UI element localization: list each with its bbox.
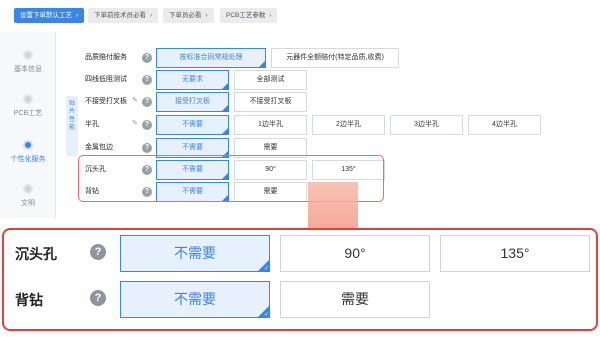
section-tag: 贴 片 性 能 (66, 96, 78, 156)
nav-label: 文明 (21, 200, 35, 207)
question-circle-icon[interactable]: ? (142, 97, 152, 107)
question-circle-icon[interactable]: ? (90, 290, 106, 306)
zoom-row-label: 沉头孔 (15, 246, 57, 262)
breadcrumb: 设置下单默认工艺 › 下单前技术员必看 › 下单员必看 › PCB工艺参数 › (0, 0, 600, 32)
nav-label: 基本信息 (14, 66, 42, 73)
question-circle-icon[interactable]: ? (142, 143, 152, 153)
form-row-four-wire-test: 四线低阻测试 ? 无要求 全部测试 (80, 70, 600, 90)
zoom-option-button[interactable]: 不需要 (120, 281, 270, 318)
crumb-label: 下单员必看 (169, 12, 202, 19)
crumb-label: PCB工艺参数 (226, 12, 266, 19)
row-label: 半孔 (85, 121, 99, 128)
option-button[interactable]: 不需要 (156, 115, 229, 135)
crumb-label: 下单前技术员必看 (94, 12, 146, 19)
question-circle-icon[interactable]: ? (90, 244, 106, 260)
nav-item-pcb-process[interactable]: PCB工艺 (0, 94, 56, 118)
option-button[interactable]: 2边半孔 (312, 115, 385, 135)
zoom-option-button[interactable]: 90° (280, 235, 430, 272)
form-row-x-out-board: 不接受打叉板 ✎ ? 接受打叉板 不接受打叉板 (80, 92, 600, 112)
option-button[interactable]: 4边半孔 (468, 115, 541, 135)
option-button[interactable]: 3边半孔 (390, 115, 463, 135)
zoom-row-label: 背钻 (15, 292, 43, 308)
chevron-right-icon: › (205, 13, 208, 19)
chevron-right-icon: › (269, 13, 272, 19)
side-nav: 基本信息 PCB工艺 个性化服务 文明 (0, 32, 56, 218)
crumb-tech-guide[interactable]: 下单前技术员必看 › (88, 8, 158, 23)
form-row-quality-compensation: 品质赔付服务 ? 按标准合同常规处理 元器件全额赔付(特定品质,收费) (80, 48, 600, 68)
row-label: 不接受打叉板 (85, 98, 127, 105)
step-dot-icon (23, 50, 33, 60)
tag-char: 贴 (68, 101, 75, 107)
step-dot-icon (23, 140, 33, 150)
tag-char: 片 (68, 109, 75, 115)
option-button[interactable]: 元器件全额赔付(特定品质,收费) (271, 48, 399, 68)
question-circle-icon[interactable]: ? (142, 53, 152, 63)
option-button[interactable]: 按标准合同常规处理 (156, 48, 266, 68)
chevron-right-icon: › (76, 13, 78, 19)
crumb-pcb-params[interactable]: PCB工艺参数 › (220, 8, 278, 23)
crumb-order-guide[interactable]: 下单员必看 › (163, 8, 214, 23)
down-arrow-icon (308, 182, 358, 230)
step-dot-icon (23, 184, 33, 194)
chevron-right-icon: › (150, 13, 152, 19)
option-button[interactable]: 接受打叉板 (156, 92, 229, 112)
pencil-icon[interactable]: ✎ (132, 96, 138, 104)
nav-item-personalized-service[interactable]: 个性化服务 (0, 140, 56, 164)
option-button[interactable]: 无要求 (156, 70, 229, 90)
question-circle-icon[interactable]: ? (142, 75, 152, 85)
option-button[interactable]: 1边半孔 (234, 115, 307, 135)
zoom-option-button[interactable]: 需要 (280, 281, 430, 318)
zoom-option-button[interactable]: 不需要 (120, 235, 270, 272)
tag-char: 性 (68, 117, 75, 123)
zoomed-detail-panel: 沉头孔 ? 不需要 90° 135° 背钻 ? 不需要 需要 (2, 228, 598, 331)
crumb-label: 设置下单默认工艺 (20, 12, 72, 19)
pencil-icon[interactable]: ✎ (132, 119, 138, 127)
option-button[interactable]: 不接受打叉板 (234, 92, 307, 112)
zoom-option-button[interactable]: 135° (440, 235, 590, 272)
row-label: 四线低阻测试 (85, 76, 127, 83)
step-dot-icon (23, 94, 33, 104)
form-row-half-hole: 半孔 ✎ ? 不需要 1边半孔 2边半孔 3边半孔 4边半孔 (80, 115, 600, 135)
nav-item-basic-info[interactable]: 基本信息 (0, 50, 56, 74)
row-label: 品质赔付服务 (85, 54, 127, 61)
question-circle-icon[interactable]: ? (142, 120, 152, 130)
nav-label: 个性化服务 (10, 156, 46, 163)
nav-label: PCB工艺 (13, 110, 43, 117)
tag-char: 能 (68, 125, 75, 131)
nav-item-documents[interactable]: 文明 (0, 184, 56, 208)
option-button[interactable]: 全部测试 (234, 70, 307, 90)
crumb-default-process[interactable]: 设置下单默认工艺 › (14, 8, 84, 23)
